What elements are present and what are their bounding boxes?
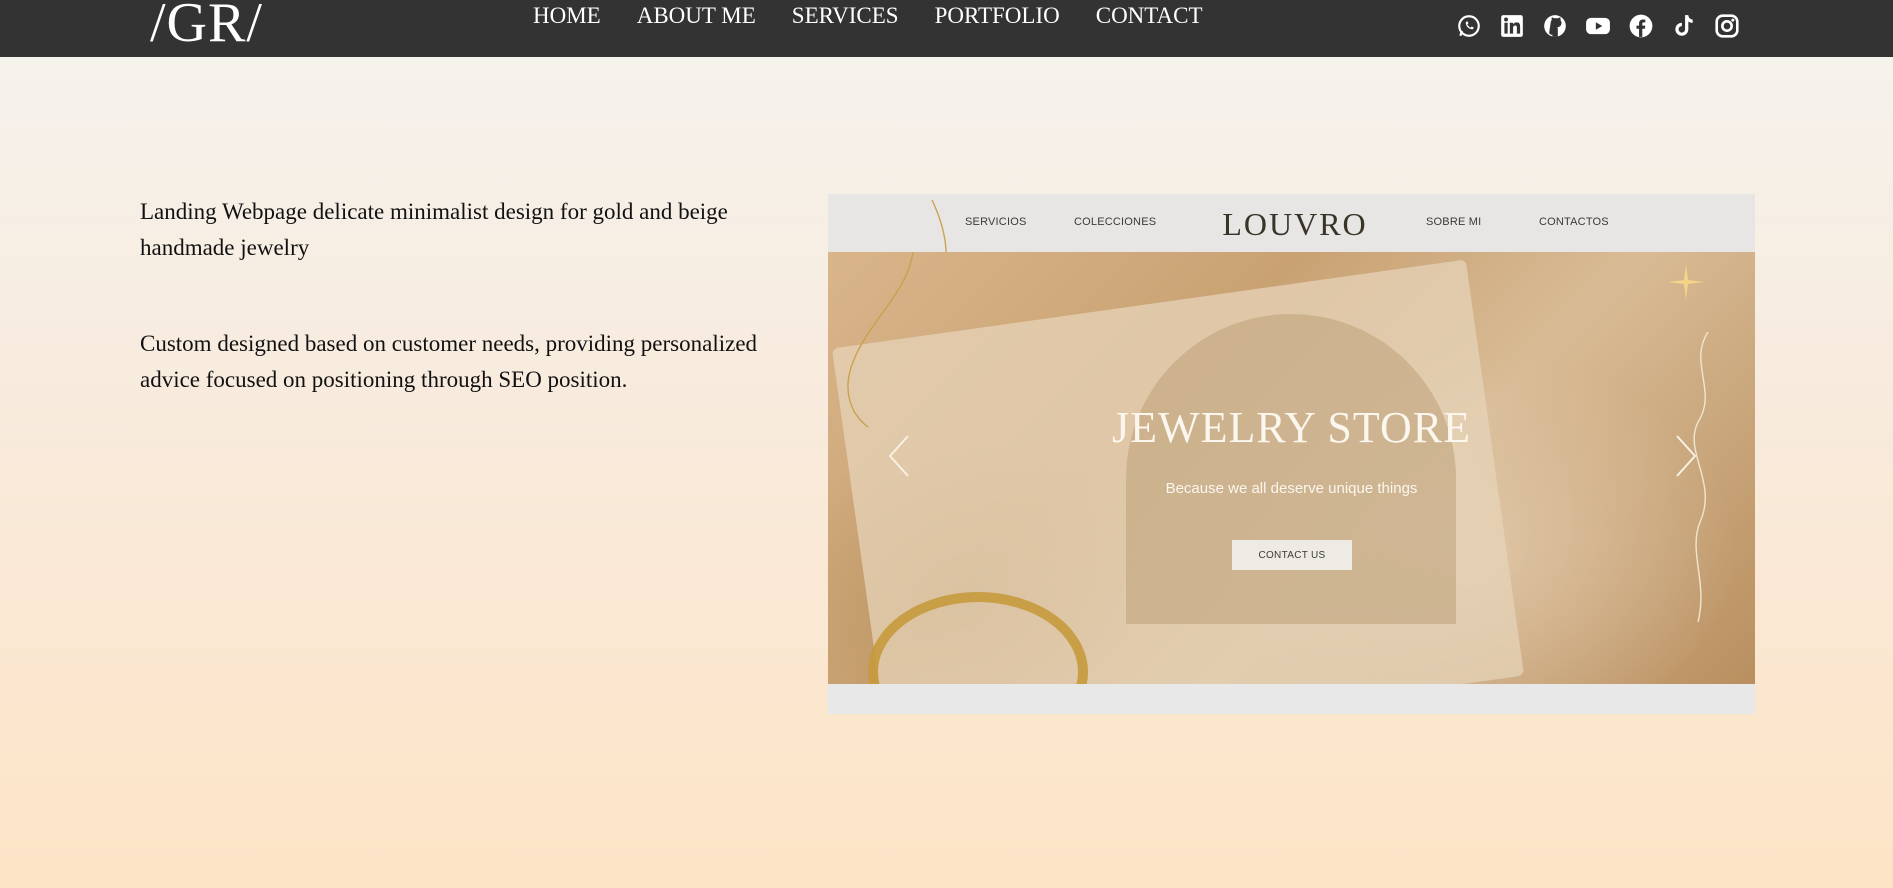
instagram-icon[interactable]: [1714, 13, 1740, 39]
top-navigation-bar: /GR/ HOME ABOUT ME SERVICES PORTFOLIO CO…: [0, 0, 1893, 57]
main-nav: HOME ABOUT ME SERVICES PORTFOLIO CONTACT: [533, 0, 1239, 32]
project-preview-image[interactable]: SERVICIOS COLECCIONES LOUVRO SOBRE MI CO…: [828, 194, 1755, 714]
chevron-right-icon: [1671, 432, 1701, 480]
preview-nav-sobre-mi: SOBRE MI: [1426, 216, 1482, 228]
github-icon[interactable]: [1542, 13, 1568, 39]
nav-home-link[interactable]: HOME: [533, 0, 601, 32]
preview-contact-us-button: CONTACT US: [1232, 540, 1352, 570]
preview-nav-contactos: CONTACTOS: [1539, 216, 1609, 228]
sparkle-icon: [1668, 264, 1704, 300]
whatsapp-icon[interactable]: [1456, 13, 1482, 39]
preview-site-header: SERVICIOS COLECCIONES LOUVRO SOBRE MI CO…: [828, 194, 1755, 445]
preview-brand-logo: LOUVRO: [1222, 206, 1368, 242]
preview-hero-subtitle: Because we all deserve unique things: [1165, 480, 1418, 497]
nav-about-link[interactable]: ABOUT ME: [637, 0, 756, 32]
tiktok-icon[interactable]: [1671, 13, 1697, 39]
preview-footer-strip: [828, 684, 1755, 714]
project-description-secondary: Custom designed based on customer needs,…: [140, 331, 758, 392]
facebook-icon[interactable]: [1628, 13, 1654, 39]
preview-arch-shape: [1126, 314, 1456, 624]
preview-hero-title: JEWELRY STORE: [1112, 403, 1471, 452]
site-logo[interactable]: /GR/: [150, 0, 263, 58]
preview-nav-servicios: SERVICIOS: [965, 216, 1027, 228]
social-links: [1456, 13, 1757, 39]
preview-hero: JEWELRY STORE Because we all deserve uni…: [828, 252, 1755, 684]
nav-contact-link[interactable]: CONTACT: [1096, 0, 1203, 32]
preview-nav-colecciones: COLECCIONES: [1074, 216, 1157, 228]
nav-services-link[interactable]: SERVICES: [792, 0, 899, 32]
project-description-primary: Landing Webpage delicate minimalist desi…: [140, 199, 728, 260]
youtube-icon[interactable]: [1585, 13, 1611, 39]
chevron-left-icon: [884, 432, 914, 480]
nav-portfolio-link[interactable]: PORTFOLIO: [935, 0, 1060, 32]
linkedin-icon[interactable]: [1499, 13, 1525, 39]
